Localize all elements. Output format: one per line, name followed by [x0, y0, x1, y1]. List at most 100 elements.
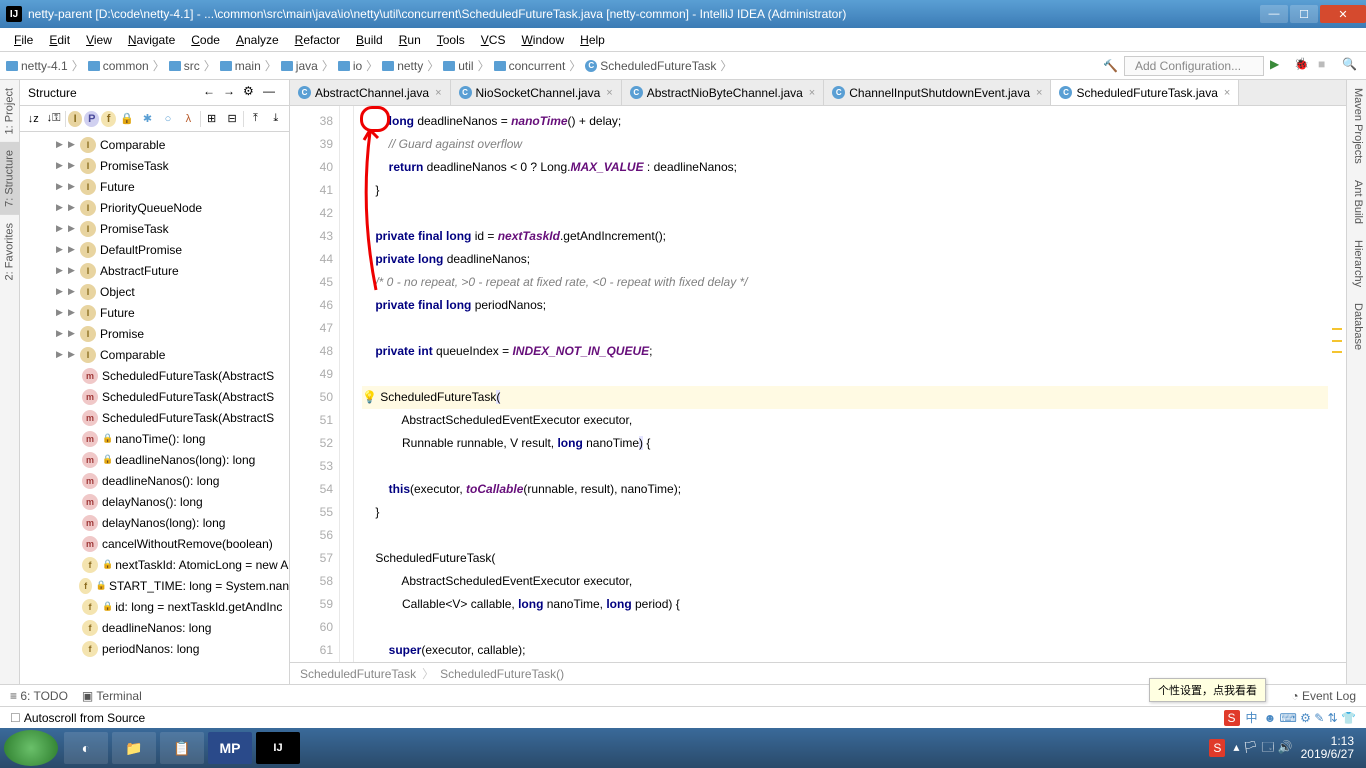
tree-item[interactable]: mScheduledFutureTask(AbstractS: [20, 365, 289, 386]
tree-item[interactable]: ▶▶IComparable: [20, 134, 289, 155]
breadcrumb-item[interactable]: concurrent: [494, 59, 566, 73]
tab-close-icon[interactable]: ×: [1224, 87, 1230, 99]
panel-prev-button[interactable]: ←: [203, 84, 221, 102]
maximize-button[interactable]: ☐: [1290, 5, 1318, 23]
tree-item[interactable]: f🔒START_TIME: long = System.nan: [20, 575, 289, 596]
panel-hide-button[interactable]: —: [263, 84, 281, 102]
error-stripe[interactable]: [1328, 106, 1342, 662]
editor-tab[interactable]: CAbstractNioByteChannel.java×: [622, 80, 825, 105]
menu-tools[interactable]: Tools: [431, 31, 471, 49]
menu-run[interactable]: Run: [393, 31, 427, 49]
editor-tab[interactable]: CNioSocketChannel.java×: [451, 80, 622, 105]
taskbar-app-1[interactable]: ◐: [64, 732, 108, 764]
code-editor[interactable]: 3839404142434445464748495051525354555657…: [290, 106, 1346, 662]
tree-item[interactable]: m🔒nanoTime(): long: [20, 428, 289, 449]
editor-fold-column[interactable]: [340, 106, 354, 662]
tray-ime-icon[interactable]: S: [1209, 739, 1225, 757]
left-tool-7-structure[interactable]: 7: Structure: [0, 142, 19, 215]
panel-next-button[interactable]: →: [223, 84, 241, 102]
taskbar-app-2[interactable]: 📋: [160, 732, 204, 764]
editor-crumb-method[interactable]: ScheduledFutureTask(): [440, 667, 564, 681]
left-tool-2-favorites[interactable]: 2: Favorites: [0, 215, 19, 288]
run-config-select[interactable]: Add Configuration...: [1124, 56, 1264, 76]
breadcrumb-item[interactable]: netty: [382, 59, 423, 73]
tree-item[interactable]: ▶▶IPromiseTask: [20, 155, 289, 176]
tree-item[interactable]: ▶▶IFuture: [20, 176, 289, 197]
breadcrumb-item[interactable]: common: [88, 59, 149, 73]
structure-tree[interactable]: ▶▶IComparable▶▶IPromiseTask▶▶IFuture▶▶IP…: [20, 132, 289, 684]
taskbar-explorer[interactable]: 📁: [112, 732, 156, 764]
build-icon[interactable]: 🔨: [1103, 59, 1118, 73]
right-tool-database[interactable]: Database: [1347, 295, 1366, 358]
run-button[interactable]: ▶: [1270, 57, 1288, 75]
editor-tab[interactable]: CScheduledFutureTask.java×: [1051, 80, 1239, 105]
collapse-all-button[interactable]: ⊟: [223, 109, 241, 129]
show-fields-button[interactable]: f: [101, 111, 116, 127]
menu-edit[interactable]: Edit: [43, 31, 76, 49]
panel-settings-icon[interactable]: ⚙: [243, 84, 261, 102]
debug-button[interactable]: 🐞: [1294, 57, 1312, 75]
tray-icons[interactable]: ▴ 🏳 🗔 🔊: [1233, 738, 1292, 759]
right-tool-ant-build[interactable]: Ant Build: [1347, 172, 1366, 232]
show-nonpublic-button[interactable]: 🔒: [118, 109, 136, 129]
breadcrumb-item[interactable]: src: [169, 59, 200, 73]
event-log-button[interactable]: ◔ Event Log: [1291, 689, 1356, 703]
tree-item[interactable]: f🔒id: long = nextTaskId.getAndInc: [20, 596, 289, 617]
tab-close-icon[interactable]: ×: [606, 87, 612, 99]
tree-item[interactable]: mdelayNanos(long): long: [20, 512, 289, 533]
show-properties-button[interactable]: P: [84, 111, 99, 127]
expand-all-button[interactable]: ⊞: [202, 109, 220, 129]
autoscroll-to-source-button[interactable]: ⤒: [246, 109, 264, 129]
breadcrumb-item[interactable]: CScheduledFutureTask: [585, 59, 716, 73]
show-interfaces-button[interactable]: I: [68, 111, 83, 127]
menu-window[interactable]: Window: [515, 31, 570, 49]
breadcrumb-item[interactable]: netty-4.1: [6, 59, 68, 73]
sort-alpha-button[interactable]: ↓z: [24, 109, 42, 129]
menu-build[interactable]: Build: [350, 31, 389, 49]
breadcrumb-item[interactable]: util: [443, 59, 473, 73]
minimize-button[interactable]: —: [1260, 5, 1288, 23]
tree-item[interactable]: ▶▶IFuture: [20, 302, 289, 323]
tool-terminal-button[interactable]: ▣ Terminal: [82, 689, 142, 703]
tree-item[interactable]: ▶▶IPriorityQueueNode: [20, 197, 289, 218]
tree-item[interactable]: fdeadlineNanos: long: [20, 617, 289, 638]
stop-button[interactable]: ■: [1318, 57, 1336, 75]
ime-lang-indicator[interactable]: 中: [1246, 709, 1258, 726]
ime-indicator[interactable]: S: [1224, 710, 1240, 726]
menu-file[interactable]: File: [8, 31, 39, 49]
menu-vcs[interactable]: VCS: [475, 31, 512, 49]
menu-refactor[interactable]: Refactor: [289, 31, 346, 49]
show-lambdas-button[interactable]: λ: [179, 109, 197, 129]
tree-item[interactable]: ▶▶IComparable: [20, 344, 289, 365]
start-button[interactable]: [4, 730, 58, 766]
breadcrumb-item[interactable]: io: [338, 59, 362, 73]
tree-item[interactable]: mcancelWithoutRemove(boolean): [20, 533, 289, 554]
tab-close-icon[interactable]: ×: [435, 87, 441, 99]
tree-item[interactable]: mScheduledFutureTask(AbstractS: [20, 407, 289, 428]
left-tool-1-project[interactable]: 1: Project: [0, 80, 19, 142]
tool-todo-button[interactable]: ≡ 6: TODO: [10, 689, 68, 703]
tab-close-icon[interactable]: ×: [809, 87, 815, 99]
breadcrumb-item[interactable]: java: [281, 59, 318, 73]
show-inherited-button[interactable]: ✱: [138, 109, 156, 129]
breadcrumb-item[interactable]: main: [220, 59, 261, 73]
tree-item[interactable]: ▶▶IPromise: [20, 323, 289, 344]
taskbar-app-3[interactable]: MP: [208, 732, 252, 764]
tree-item[interactable]: mScheduledFutureTask(AbstractS: [20, 386, 289, 407]
tree-item[interactable]: m🔒deadlineNanos(long): long: [20, 449, 289, 470]
close-button[interactable]: ✕: [1320, 5, 1366, 23]
show-anonymous-button[interactable]: ○: [159, 109, 177, 129]
editor-crumb-class[interactable]: ScheduledFutureTask: [300, 667, 416, 681]
tree-item[interactable]: mdeadlineNanos(): long: [20, 470, 289, 491]
tree-item[interactable]: ▶▶IDefaultPromise: [20, 239, 289, 260]
menu-analyze[interactable]: Analyze: [230, 31, 285, 49]
tree-item[interactable]: mdelayNanos(): long: [20, 491, 289, 512]
tree-item[interactable]: ▶▶IObject: [20, 281, 289, 302]
right-tool-hierarchy[interactable]: Hierarchy: [1347, 232, 1366, 295]
menu-code[interactable]: Code: [185, 31, 226, 49]
editor-tab[interactable]: CChannelInputShutdownEvent.java×: [824, 80, 1051, 105]
tree-item[interactable]: f🔒nextTaskId: AtomicLong = new A: [20, 554, 289, 575]
tree-item[interactable]: fperiodNanos: long: [20, 638, 289, 659]
editor-tab[interactable]: CAbstractChannel.java×: [290, 80, 451, 105]
tab-close-icon[interactable]: ×: [1036, 87, 1042, 99]
